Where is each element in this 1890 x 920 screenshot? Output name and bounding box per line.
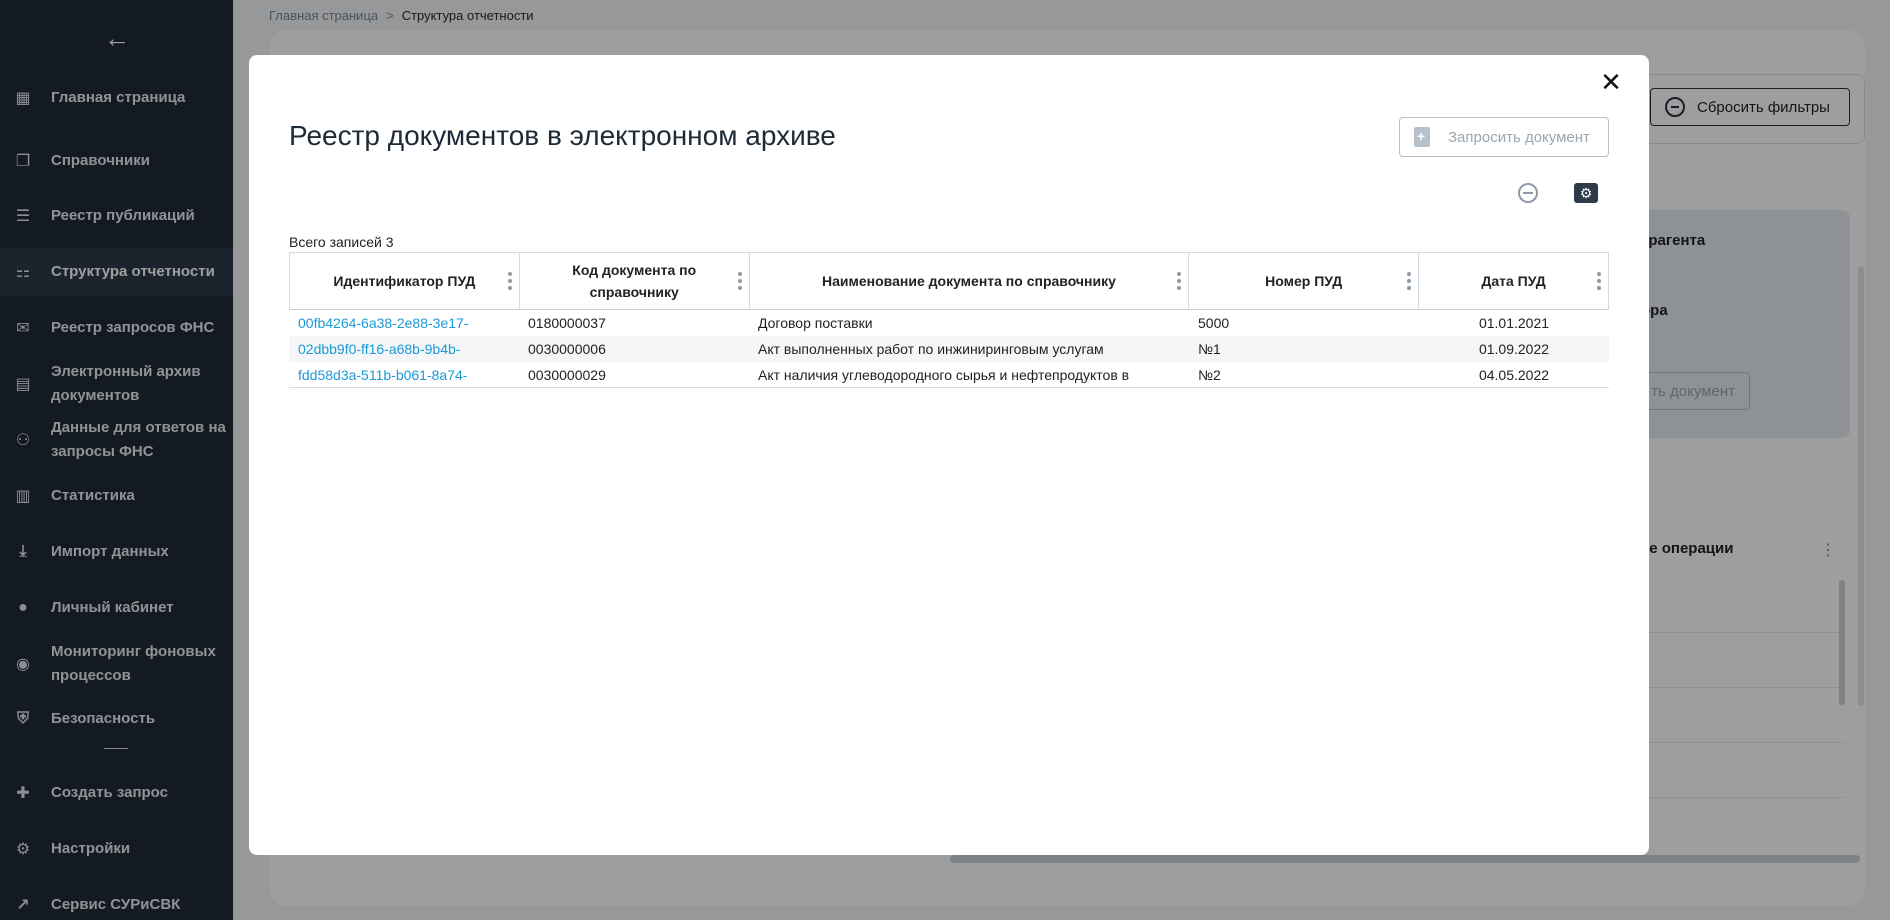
documents-registry-modal: ✕ Реестр документов в электронном архиве… — [249, 55, 1649, 855]
document-date: 04.05.2022 — [1478, 366, 1550, 383]
table-row[interactable]: 02dbb9f0-ff16-a68b-9b4b- 0030000006 Акт … — [289, 336, 1609, 362]
column-header-number[interactable]: Номер ПУД — [1189, 253, 1420, 309]
document-code: 0030000006 — [528, 341, 606, 357]
column-header-label: Наименование документа по справочнику — [822, 273, 1116, 289]
column-header-label: Номер ПУД — [1265, 273, 1343, 289]
records-count: Всего записей 3 — [289, 234, 394, 250]
minus-circle-icon[interactable] — [1518, 183, 1538, 203]
column-header-label: Код документа по справочнику — [572, 262, 697, 300]
document-id-link[interactable]: fdd58d3a-511b-b061-8a74- — [289, 367, 519, 383]
document-code: 0180000037 — [528, 315, 606, 331]
kebab-icon[interactable] — [1177, 272, 1182, 290]
table-row[interactable]: fdd58d3a-511b-b061-8a74- 0030000029 Акт … — [289, 362, 1609, 388]
document-name: Акт выполненных работ по инжиниринговым … — [758, 341, 1104, 357]
close-icon[interactable]: ✕ — [1599, 69, 1623, 95]
document-number: №1 — [1198, 341, 1221, 357]
column-header-label: Дата ПУД — [1481, 273, 1546, 289]
document-date: 01.01.2021 — [1478, 315, 1550, 331]
table-row[interactable]: 00fb4264-6a38-2e88-3e17- 0180000037 Дого… — [289, 310, 1609, 336]
document-number: 5000 — [1198, 315, 1230, 331]
column-header-date[interactable]: Дата ПУД — [1419, 253, 1609, 309]
document-id-link[interactable]: 02dbb9f0-ff16-a68b-9b4b- — [289, 341, 519, 357]
kebab-icon[interactable] — [1597, 272, 1601, 290]
column-header-name[interactable]: Наименование документа по справочнику — [750, 253, 1190, 309]
modal-title: Реестр документов в электронном архиве — [289, 120, 836, 151]
column-header-id[interactable]: Идентификатор ПУД — [290, 253, 520, 309]
document-name: Договор поставки — [758, 315, 873, 331]
document-code: 0030000029 — [528, 366, 606, 383]
documents-table: Идентификатор ПУД Код документа по справ… — [289, 252, 1609, 388]
document-id-link[interactable]: 00fb4264-6a38-2e88-3e17- — [289, 315, 519, 331]
column-header-label: Идентификатор ПУД — [333, 273, 476, 289]
document-add-icon — [1414, 127, 1430, 147]
column-header-code[interactable]: Код документа по справочнику — [520, 253, 750, 309]
kebab-icon[interactable] — [1407, 272, 1412, 290]
document-date: 01.09.2022 — [1478, 341, 1550, 357]
request-document-label: Запросить документ — [1448, 128, 1590, 146]
table-header: Идентификатор ПУД Код документа по справ… — [289, 253, 1609, 310]
kebab-icon[interactable] — [737, 272, 742, 290]
request-document-button[interactable]: Запросить документ — [1399, 117, 1609, 157]
document-name: Акт наличия углеводородного сырья и нефт… — [758, 366, 1130, 383]
document-number: №2 — [1198, 366, 1221, 383]
column-settings-icon[interactable]: ⚙ — [1574, 183, 1598, 203]
kebab-icon[interactable] — [507, 272, 512, 290]
